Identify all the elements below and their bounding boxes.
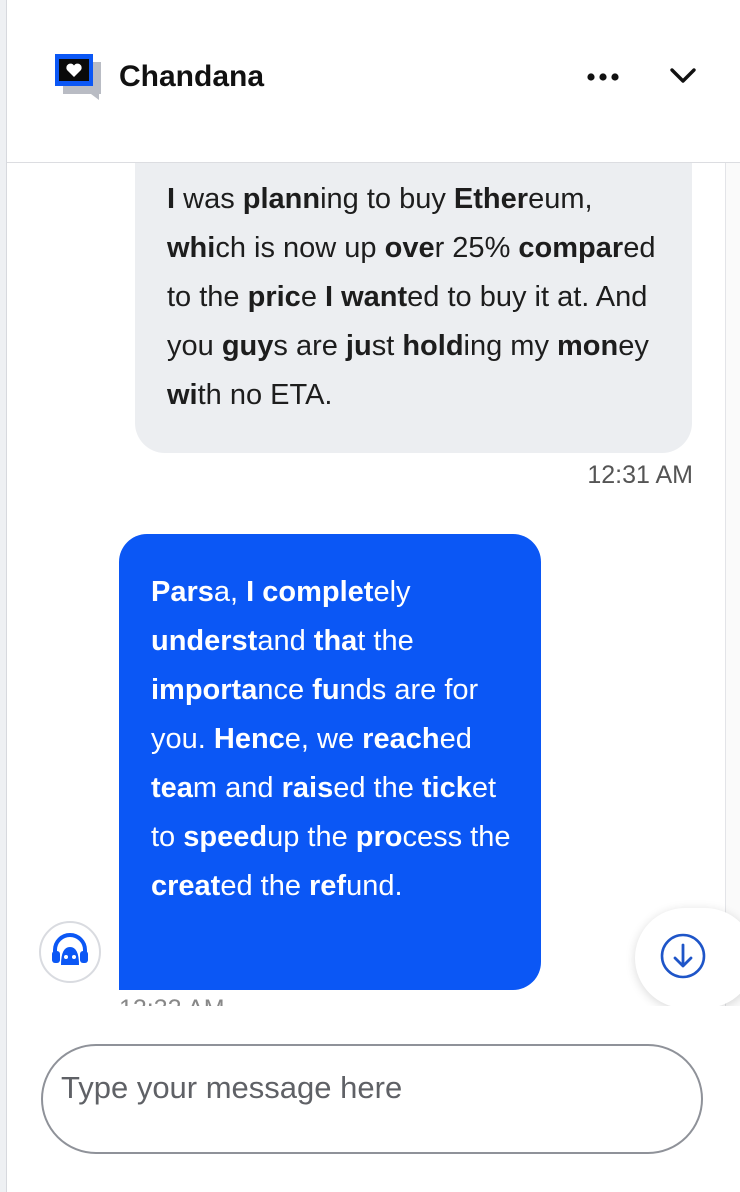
message-composer	[7, 1006, 740, 1192]
message-text-segment: rais	[281, 772, 334, 804]
message-text-segment: ed	[439, 723, 472, 755]
message-input[interactable]	[41, 1044, 703, 1154]
message-text-segment: ey	[618, 330, 649, 362]
message-text-segment: ely	[373, 576, 411, 608]
message-text-segment: th no ETA.	[197, 379, 333, 411]
message-text-segment: ed the	[220, 870, 310, 902]
message-text-segment: speed	[183, 821, 268, 853]
message-text-segment: mon	[557, 330, 619, 362]
agent-message-bubble: Parsa, I completely understand that the …	[119, 534, 541, 990]
message-text-segment: fu	[312, 674, 340, 706]
message-text-segment: and	[257, 625, 314, 657]
message-text-segment: I complet	[246, 576, 374, 608]
message-text-segment: Henc	[213, 723, 285, 755]
message-text-segment: underst	[151, 625, 258, 657]
message-text-segment: tha	[313, 625, 358, 657]
message-text-segment: compar	[518, 232, 624, 264]
incoming-message-bubble: I was planning to buy Ethereum, which is…	[135, 163, 692, 453]
message-text-segment: ing to buy	[320, 183, 454, 215]
message-text-segment: ch is now up	[215, 232, 385, 264]
message-text-segment: pric	[247, 281, 301, 313]
message-text-segment: t the	[357, 625, 414, 657]
message-text-segment: importa	[151, 674, 258, 706]
message-text-segment: r 25%	[434, 232, 519, 264]
message-text-segment: a,	[213, 576, 247, 608]
message-text-segment: nce	[257, 674, 313, 706]
more-horizontal-icon	[586, 69, 620, 87]
support-agent-headset-icon	[47, 927, 93, 978]
message-text-segment: e, we	[284, 723, 363, 755]
message-text-segment: guy	[221, 330, 274, 362]
chat-heart-logo-icon	[53, 52, 105, 100]
message-timestamp: 12:31 AM	[587, 461, 693, 489]
message-text-segment: wi	[167, 379, 198, 411]
more-options-button[interactable]	[581, 60, 625, 96]
message-text-segment: tick	[421, 772, 472, 804]
chat-header: Chandana	[7, 0, 740, 163]
avatar	[39, 921, 101, 983]
chat-widget: Chandana I was planning to buy Ethereum,…	[6, 0, 740, 1192]
message-text-segment: I	[167, 183, 176, 215]
message-text-segment: und.	[346, 870, 403, 902]
arrow-down-circle-icon	[659, 932, 707, 985]
message-text-segment: tea	[151, 772, 193, 804]
scroll-to-bottom-button[interactable]	[635, 908, 740, 1006]
message-text-segment: creat	[151, 870, 221, 902]
message-text-segment: reach	[362, 723, 440, 755]
message-text-segment: m and	[192, 772, 282, 804]
agent-name-title: Chandana	[119, 60, 265, 93]
message-text-segment: pro	[355, 821, 403, 853]
message-text-segment: st	[371, 330, 403, 362]
message-text-segment: e	[300, 281, 325, 313]
message-text-segment: ed the	[333, 772, 422, 804]
message-text-segment: cess the	[402, 821, 511, 853]
message-text-segment: ref	[309, 870, 347, 902]
message-text-segment: whi	[167, 232, 216, 264]
message-text-segment: Pars	[151, 576, 214, 608]
message-text-segment: ju	[345, 330, 372, 362]
message-text-segment: ove	[384, 232, 435, 264]
message-text-segment: was	[175, 183, 243, 215]
message-text-segment: s are	[273, 330, 346, 362]
message-text-segment: plann	[242, 183, 321, 215]
message-text-segment: up the	[267, 821, 356, 853]
chevron-down-icon	[669, 67, 697, 90]
collapse-chat-button[interactable]	[661, 58, 705, 98]
message-timestamp: 12:32 AM	[119, 995, 225, 1006]
message-list-scrollbar[interactable]	[725, 163, 740, 1006]
message-text-segment: ing my	[463, 330, 558, 362]
message-text-segment: hold	[402, 330, 464, 362]
message-text-segment: eum,	[528, 183, 593, 215]
message-text-segment: Ether	[453, 183, 529, 215]
message-text-segment: I want	[325, 281, 408, 313]
message-list[interactable]: I was planning to buy Ethereum, which is…	[7, 163, 740, 1006]
